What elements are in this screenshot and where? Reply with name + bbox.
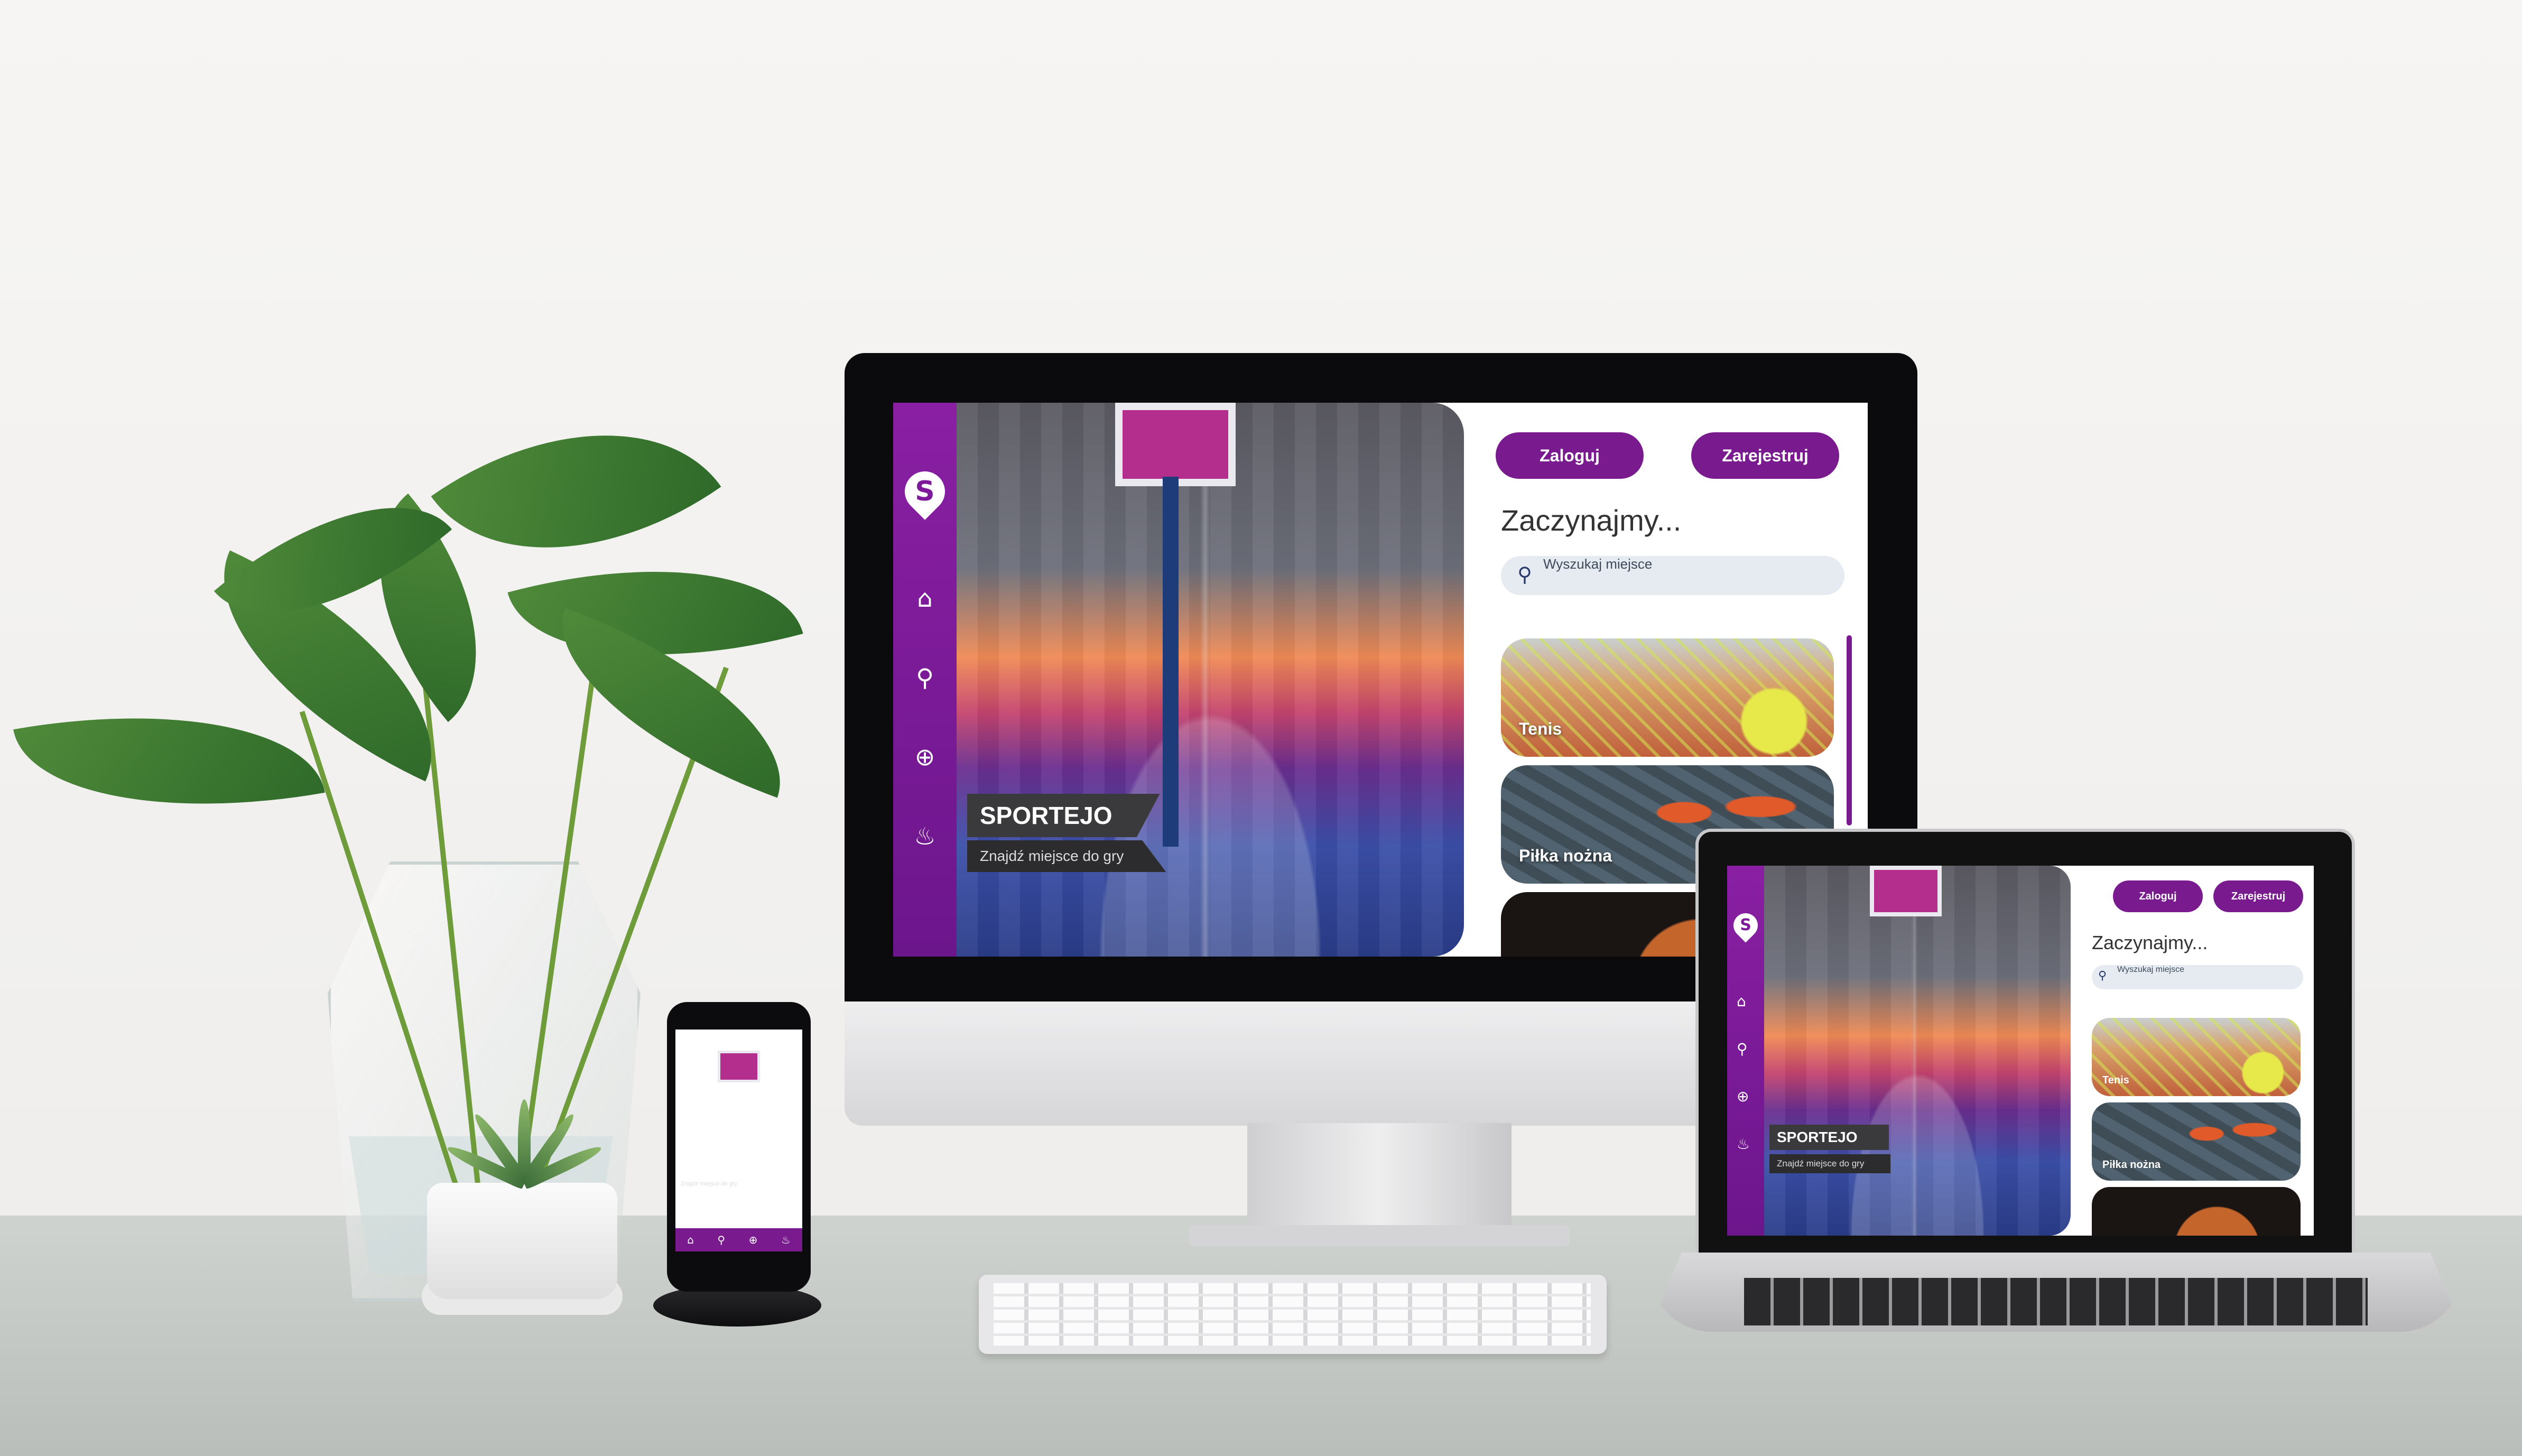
search-icon[interactable]: ⚲ [1737, 1040, 1748, 1058]
category-card-koszykowka[interactable] [2092, 1187, 2301, 1236]
brand-tagline: Znajdź miejsce do gry [967, 840, 1166, 872]
search-input[interactable]: ⚲ Wyszukaj miejsce [1501, 556, 1844, 595]
laptop-sidebar: S ⌂ ⚲ ⊕ ♨ [1727, 866, 1764, 1236]
category-label: Piłka nożna [2102, 1159, 2161, 1171]
logo-letter: S [1740, 916, 1751, 934]
laptop-tagline: Znajdź miejsce do gry [1769, 1154, 1891, 1173]
laptop-hero-image: SPORTEJO Znajdź miejsce do gry [1764, 866, 2071, 1236]
category-label: Tenis [1519, 719, 1562, 738]
category-label: Tenis [2102, 1074, 2129, 1086]
search-placeholder: Wyszukaj miejsce [2117, 965, 2184, 974]
login-button[interactable]: Zaloguj [1496, 432, 1644, 479]
search-input[interactable]: ⚲ Wyszukaj miejsce [2092, 965, 2303, 989]
plus-circle-icon[interactable]: ⊕ [909, 741, 941, 773]
phone-brand-name: SPORTEJO [681, 1166, 738, 1177]
search-placeholder: Wyszukaj miejsce [1543, 556, 1653, 572]
category-label: Piłka nożna [1519, 846, 1612, 865]
logo-letter: S [915, 476, 935, 507]
keyboard-keys [994, 1283, 1591, 1346]
laptop-screen: S ⌂ ⚲ ⊕ ♨ SPORTEJO Znajdź miejsce do gry… [1727, 866, 2314, 1236]
category-card-tenis[interactable]: Tenis [1501, 638, 1834, 757]
category-card-pilka-nozna[interactable]: Piłka nożna [2092, 1102, 2301, 1181]
phone-screen: SPORTEJO Znajdź miejsce do gry ⌂ ⚲ ⊕ ♨ [675, 1030, 802, 1251]
search-icon: ⚲ [1517, 563, 1532, 586]
search-icon[interactable]: ⚲ [717, 1234, 725, 1246]
hero-image: SPORTEJO Znajdź miejsce do gry [957, 403, 1464, 957]
home-icon[interactable]: ⌂ [909, 582, 941, 614]
brand-box: SPORTEJO Znajdź miejsce do gry [967, 794, 1189, 872]
register-button[interactable]: Zarejestruj [2213, 880, 2303, 912]
plus-circle-icon[interactable]: ⊕ [1737, 1088, 1749, 1105]
hoop-pole [1163, 477, 1179, 847]
page-heading: Zaczynajmy... [1501, 504, 1682, 537]
phone-tagline: Znajdź miejsce do gry [681, 1181, 737, 1187]
login-button[interactable]: Zaloguj [2113, 880, 2203, 912]
home-icon[interactable]: ⌂ [1737, 993, 1746, 1010]
basketball-hoop [1115, 403, 1236, 486]
brand-name: SPORTEJO [967, 794, 1160, 837]
page-heading: Zaczynajmy... [2092, 932, 2208, 953]
fire-icon[interactable]: ♨ [1737, 1135, 1750, 1153]
search-icon: ⚲ [2098, 969, 2107, 982]
register-button[interactable]: Zarejestruj [1691, 432, 1839, 479]
fire-icon[interactable]: ♨ [909, 820, 941, 852]
scrollbar[interactable] [1847, 635, 1852, 826]
laptop-brand-name: SPORTEJO [1769, 1125, 1889, 1150]
sidebar: S ⌂ ⚲ ⊕ ♨ [893, 403, 957, 957]
phone-bottom-nav: ⌂ ⚲ ⊕ ♨ [675, 1228, 802, 1251]
plus-circle-icon[interactable]: ⊕ [749, 1234, 758, 1246]
search-icon[interactable]: ⚲ [909, 662, 941, 693]
category-card-tenis[interactable]: Tenis [2092, 1018, 2301, 1096]
fire-icon[interactable]: ♨ [781, 1234, 791, 1246]
home-icon[interactable]: ⌂ [687, 1234, 694, 1246]
